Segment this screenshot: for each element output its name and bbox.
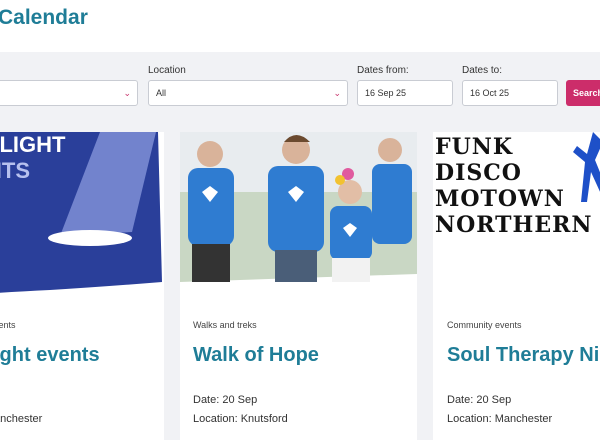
card-location: Location: Knutsford xyxy=(193,413,288,425)
date-from-label: Dates from: xyxy=(357,65,409,76)
dancer-illustration xyxy=(573,132,600,202)
image-text: FUNK xyxy=(435,134,514,160)
event-image: FUNK DISCO MOTOWN NORTHERN xyxy=(433,132,600,302)
card-date: Date: 20 Sep xyxy=(193,394,258,406)
card-category: vents xyxy=(0,320,16,330)
event-image: TLIGHT NTS xyxy=(0,132,164,302)
page-title: Calendar xyxy=(0,6,88,29)
events-list: TLIGHT NTS vents ight events anchester xyxy=(0,118,600,440)
chevron-down-icon: ⌄ xyxy=(123,88,131,98)
chevron-down-icon: ⌄ xyxy=(333,88,341,98)
category-select[interactable]: ⌄ xyxy=(0,80,138,106)
card-location: Location: Manchester xyxy=(447,413,553,425)
event-card[interactable]: Walks and treks Walk of Hope Date: 20 Se… xyxy=(180,132,417,440)
card-title[interactable]: Soul Therapy Nig xyxy=(447,344,600,367)
card-category: Walks and treks xyxy=(193,320,257,330)
event-image xyxy=(180,132,417,302)
card-location: anchester xyxy=(0,413,43,425)
card-category: Community events xyxy=(447,320,522,330)
event-card[interactable]: FUNK DISCO MOTOWN NORTHERN Community eve… xyxy=(433,132,600,440)
card-title[interactable]: Walk of Hope xyxy=(193,344,319,367)
date-to-input[interactable]: 16 Oct 25 xyxy=(462,80,558,106)
location-label: Location xyxy=(148,65,186,76)
date-from-input[interactable]: 16 Sep 25 xyxy=(357,80,453,106)
search-button[interactable]: Search xyxy=(566,80,600,106)
image-text: MOTOWN xyxy=(435,186,565,212)
image-text: NTS xyxy=(0,158,30,183)
card-title[interactable]: ight events xyxy=(0,344,100,367)
location-select[interactable]: All ⌄ xyxy=(148,80,348,106)
date-to-label: Dates to: xyxy=(462,65,503,76)
image-text: TLIGHT xyxy=(0,132,66,157)
card-date: Date: 20 Sep xyxy=(447,394,512,406)
filter-bar: ⌄ Location All ⌄ Dates from: 16 Sep 25 D… xyxy=(0,52,600,118)
event-card[interactable]: TLIGHT NTS vents ight events anchester xyxy=(0,132,164,440)
image-text: DISCO xyxy=(435,160,522,186)
